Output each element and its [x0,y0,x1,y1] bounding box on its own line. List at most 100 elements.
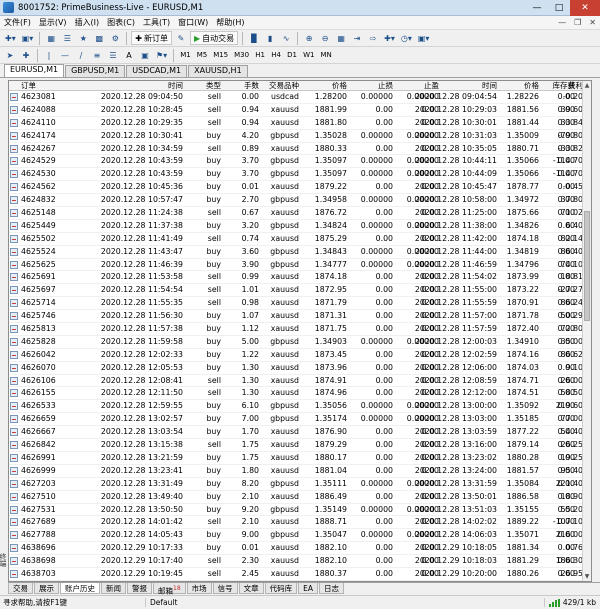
col-type[interactable]: 类型 [185,81,221,91]
zoom-out-icon[interactable]: ⊖ [318,31,332,45]
col-profit[interactable]: 获利 [539,81,583,91]
table-row[interactable]: 4638696 2020.12.29 10:17:33 buy 0.01 xauusd 1… [9,542,583,556]
table-row[interactable]: 4625524 2020.12.28 11:43:47 buy 3.60 gbpusd 1… [9,246,583,259]
table-row[interactable]: 4625691 2020.12.28 11:53:58 sell 0.99 xauusd… [9,271,583,285]
strategy-tester-icon[interactable]: ⚙ [108,31,122,45]
table-row[interactable]: 4626070 2020.12.28 12:05:53 buy 1.30 xauusd 1… [9,362,583,375]
table-row[interactable]: 4626667 2020.12.28 13:03:54 buy 1.70 xauusd 1… [9,426,583,440]
timeframe-m5[interactable]: M5 [195,48,210,62]
table-row[interactable]: 4627531 2020.12.28 13:50:50 buy 9.20 gbpusd 1… [9,504,583,517]
terminal-tab[interactable]: 信号 [212,583,238,594]
arrows-icon[interactable]: ⚑▾ [154,48,169,62]
table-row[interactable]: 4625746 2020.12.28 11:56:30 buy 1.07 xauusd 1… [9,310,583,324]
metaeditor-icon[interactable]: ✎ [174,31,188,45]
table-row[interactable]: 4623081 2020.12.28 09:04:50 sell 0.00 usdcad… [9,91,583,104]
table-row[interactable]: 4624529 2020.12.28 10:43:59 buy 3.70 gbpusd 1… [9,155,583,169]
channel-icon[interactable]: ≡ [90,48,104,62]
candlestick-icon[interactable]: ▮ [263,31,277,45]
table-row[interactable]: 4627203 2020.12.28 13:31:49 buy 8.20 gbpusd 1… [9,478,583,491]
autoscroll-icon[interactable]: ⇨ [366,31,380,45]
col-open-time[interactable]: 时间 [83,81,183,91]
table-row[interactable]: 4626999 2020.12.28 13:23:41 buy 1.80 xauusd 1… [9,465,583,478]
terminal-tab[interactable]: 市场 [186,583,212,594]
navigator-icon[interactable]: ★ [76,31,90,45]
menu-help[interactable]: 帮助(H) [212,17,248,28]
table-row[interactable]: 4624562 2020.12.28 10:45:36 buy 0.01 xauusd 1… [9,181,583,195]
vertical-line-icon[interactable]: | [42,48,56,62]
tile-windows-icon[interactable]: ▦ [334,31,348,45]
table-row[interactable]: 4625502 2020.12.28 11:41:49 sell 0.74 xauusd… [9,233,583,246]
table-row[interactable]: 4625828 2020.12.28 11:59:58 buy 5.00 gbpusd 1… [9,336,583,349]
menu-insert[interactable]: 插入(I) [71,17,104,28]
text-icon[interactable]: A [122,48,136,62]
maximize-icon[interactable]: □ [548,0,570,16]
mdi-close-icon[interactable]: ✕ [589,18,596,27]
table-row[interactable]: 4624530 2020.12.28 10:43:59 buy 3.70 gbpusd 1… [9,168,583,182]
timeframe-w1[interactable]: W1 [301,48,316,62]
timeframe-h4[interactable]: H4 [269,48,283,62]
terminal-tab[interactable]: 新闻 [101,583,126,594]
mdi-minimize-icon[interactable]: — [558,18,566,27]
timeframe-mn[interactable]: MN [318,48,333,62]
menu-view[interactable]: 显示(V) [35,17,71,28]
table-row[interactable]: 4626042 2020.12.28 12:02:33 buy 1.22 xauusd 1… [9,349,583,362]
terminal-tab[interactable]: 日志 [319,583,345,594]
terminal-tab[interactable]: 警报 [127,583,152,594]
terminal-tab[interactable]: 交易 [8,583,33,594]
table-row[interactable]: 4625449 2020.12.28 11:37:38 buy 3.20 gbpusd 1… [9,220,583,233]
menu-tools[interactable]: 工具(T) [139,17,174,28]
col-open-price[interactable]: 价格 [301,81,347,91]
cursor-icon[interactable]: ➤ [3,48,17,62]
table-row[interactable]: 4624088 2020.12.28 10:28:45 sell 0.94 xauusd… [9,104,583,117]
menu-charts[interactable]: 图表(C) [103,17,139,28]
table-row[interactable]: 4626155 2020.12.28 12:11:50 sell 1.30 xauusd… [9,387,583,401]
periods-icon[interactable]: ◷▾ [399,31,414,45]
terminal-tab[interactable]: EA [298,583,319,594]
table-row[interactable]: 4627788 2020.12.28 14:05:43 buy 9.00 gbpusd 1… [9,529,583,543]
table-row[interactable]: 4624832 2020.12.28 10:57:47 buy 2.70 gbpusd 1… [9,194,583,208]
col-ticket[interactable]: 订单 [21,81,91,91]
table-row[interactable]: 4626842 2020.12.28 13:15:38 sell 1.75 xauusd… [9,439,583,452]
timeframe-m1[interactable]: M1 [178,48,193,62]
auto-trading-button[interactable]: ▶ 自动交易 [190,31,239,45]
col-close-time[interactable]: 时间 [395,81,497,91]
terminal-icon[interactable]: ▩ [92,31,106,45]
timeframe-d1[interactable]: D1 [285,48,299,62]
templates-icon[interactable]: ▣▾ [416,31,432,45]
scroll-thumb[interactable] [584,211,590,321]
line-chart-icon[interactable]: ∿ [279,31,293,45]
table-row[interactable]: 4624267 2020.12.28 10:34:59 sell 0.89 xauusd… [9,143,583,156]
table-row[interactable]: 4624174 2020.12.28 10:30:41 buy 4.20 gbpusd 1… [9,130,583,143]
col-close-price[interactable]: 价格 [493,81,539,91]
crosshair-icon[interactable]: ✚ [19,48,33,62]
scroll-up-icon[interactable]: ▲ [583,81,591,90]
terminal-tab[interactable]: 展示 [34,583,59,594]
data-window-icon[interactable]: ☰ [60,31,74,45]
table-row[interactable]: 4625625 2020.12.28 11:46:39 buy 3.90 gbpusd 1… [9,259,583,272]
table-row[interactable]: 4638703 2020.12.29 10:19:45 sell 2.45 xauusd… [9,568,583,581]
new-chart-icon[interactable]: ✚▾ [3,31,18,45]
chart-tab-gbpusd[interactable]: GBPUSD,M1 [65,65,126,77]
menu-window[interactable]: 窗口(W) [174,17,212,28]
table-row[interactable]: 4624110 2020.12.28 10:29:35 sell 0.94 xauusd… [9,117,583,130]
table-row[interactable]: 4638698 2020.12.29 10:17:40 sell 2.30 xauusd… [9,555,583,568]
minimize-icon[interactable]: — [526,0,548,16]
table-row[interactable]: 4625697 2020.12.28 11:54:54 sell 1.01 xauusd… [9,284,583,298]
terminal-tab[interactable]: 代码库 [264,583,298,594]
table-row[interactable]: 4625148 2020.12.28 11:24:38 sell 0.67 xauusd… [9,207,583,220]
bar-chart-icon[interactable]: ▉ [247,31,261,45]
scroll-down-icon[interactable]: ▼ [583,572,591,581]
chart-shift-icon[interactable]: ⇥ [350,31,364,45]
terminal-tab[interactable]: 文章 [238,583,264,594]
timeframe-m30[interactable]: M30 [232,48,251,62]
market-watch-icon[interactable]: ▦ [44,31,58,45]
terminal-tab[interactable]: 邮箱18 [153,583,186,596]
trendline-icon[interactable]: ∕ [74,48,88,62]
table-row[interactable]: 4626533 2020.12.28 12:59:55 buy 6.10 gbpusd 1… [9,400,583,414]
timeframe-h1[interactable]: H1 [253,48,267,62]
history-scrollbar[interactable]: ▲ ▼ [582,81,591,581]
menu-file[interactable]: 文件(F) [0,17,35,28]
table-row[interactable]: 4625714 2020.12.28 11:55:35 sell 0.98 xauusd… [9,297,583,311]
chart-tab-eurusd[interactable]: EURUSD,M1 [4,64,65,77]
table-row[interactable]: 4626659 2020.12.28 13:02:57 buy 7.00 gbpusd 1… [9,413,583,427]
